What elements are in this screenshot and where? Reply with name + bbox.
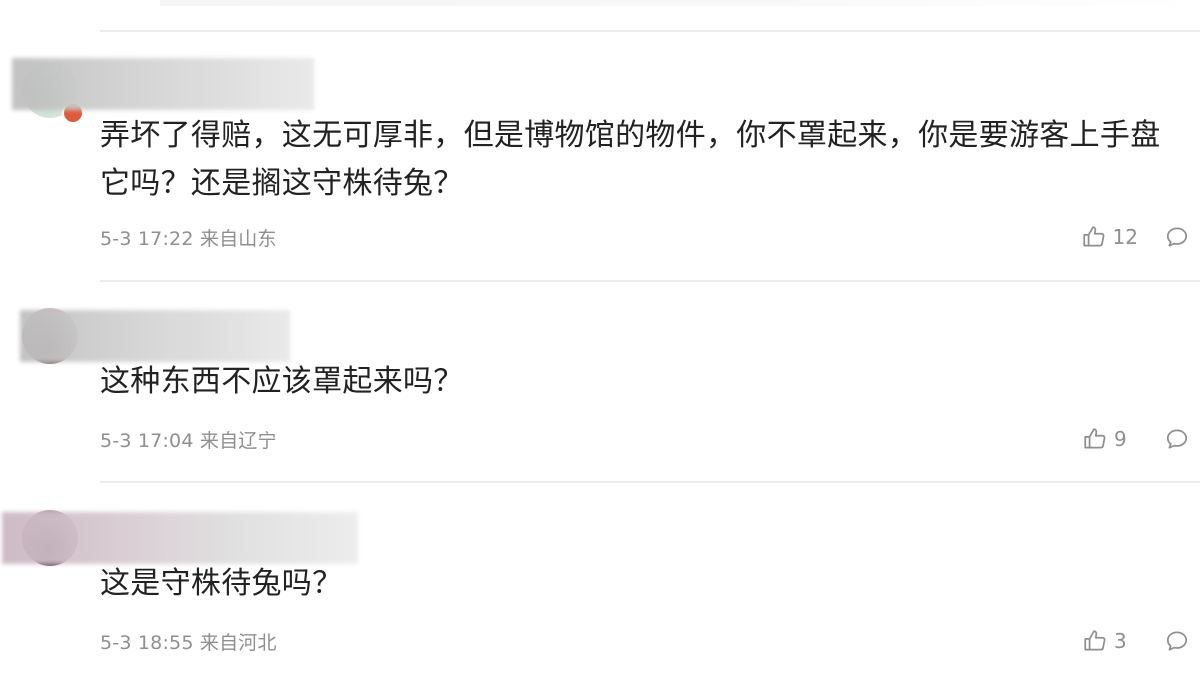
divider: [100, 30, 1200, 32]
comment-actions: 12: [1081, 222, 1190, 252]
comment-location: 来自河北: [199, 632, 277, 654]
thumbs-up-icon: [1081, 224, 1107, 250]
divider: [100, 481, 1200, 483]
previous-comment-fade: [160, 0, 1200, 6]
like-count: 9: [1114, 427, 1127, 451]
comment-location: 来自辽宁: [199, 430, 277, 452]
like-button[interactable]: 12: [1081, 224, 1138, 250]
reply-button[interactable]: [1164, 426, 1190, 452]
comment-bubble-icon: [1164, 628, 1190, 654]
like-button[interactable]: 3: [1082, 628, 1138, 654]
comment-meta: 5-3 17:22 来自山东: [100, 224, 277, 251]
like-count: 12: [1112, 225, 1138, 249]
divider: [100, 280, 1200, 282]
comment-text: 这是守株待兔吗？: [100, 566, 343, 601]
comment-text: 弄坏了得赔，这无可厚非，但是博物馆的物件，你不罩起来，你是要游客上手盘它吗？还是…: [100, 118, 1161, 201]
comment-text: 这种东西不应该罩起来吗？: [100, 364, 464, 399]
thumbs-up-icon: [1082, 426, 1108, 452]
username-redacted: [12, 58, 314, 110]
username-redacted: [20, 310, 290, 362]
reply-button[interactable]: [1164, 628, 1190, 654]
like-button[interactable]: 9: [1082, 426, 1138, 452]
comment-date: 5-3 18:55: [100, 632, 194, 654]
comment-meta: 5-3 17:04 来自辽宁: [100, 426, 277, 453]
comment-bubble-icon: [1164, 224, 1190, 250]
comment-actions: 3: [1082, 626, 1190, 656]
comment-meta: 5-3 18:55 来自河北: [100, 628, 277, 655]
comment-date: 5-3 17:22: [100, 228, 194, 250]
username-redacted: [2, 512, 358, 564]
thumbs-up-icon: [1082, 628, 1108, 654]
comment-location: 来自山东: [199, 228, 277, 250]
comment-bubble-icon: [1164, 426, 1190, 452]
comment-date: 5-3 17:04: [100, 430, 194, 452]
comment-actions: 9: [1082, 424, 1190, 454]
reply-button[interactable]: [1164, 224, 1190, 250]
like-count: 3: [1114, 629, 1127, 653]
